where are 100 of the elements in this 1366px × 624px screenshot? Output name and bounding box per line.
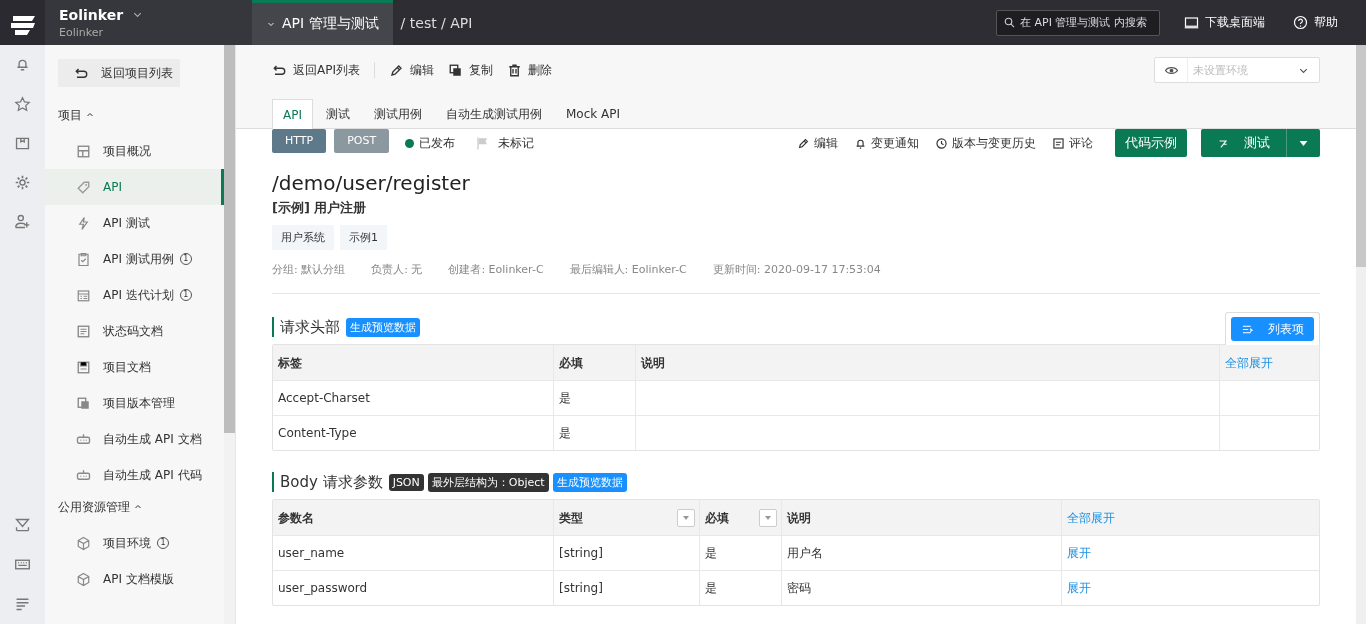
column-header-text: 必填 xyxy=(559,355,583,372)
dropdown-button[interactable] xyxy=(1286,129,1320,157)
expand-link[interactable]: 展开 xyxy=(1067,579,1091,597)
item-icon xyxy=(76,215,91,231)
sidebar-item[interactable]: API 文档模版 xyxy=(45,561,224,597)
protocol-badge: HTTP xyxy=(272,129,327,153)
column-header-text: 说明 xyxy=(787,510,811,527)
tag: 示例1 xyxy=(340,225,387,250)
meta-text: 更新时间: 2020-09-17 17:53:04 xyxy=(712,262,881,277)
breadcrumb: / test / API xyxy=(399,14,473,31)
top-link[interactable]: 帮助 xyxy=(1293,14,1338,31)
method-badge: POST xyxy=(334,129,390,153)
settings-icon[interactable] xyxy=(14,174,31,191)
module-switcher[interactable]: API 管理与测试 xyxy=(252,0,393,45)
item-icon xyxy=(76,143,91,159)
item-icon xyxy=(76,179,91,195)
collapse-icon[interactable] xyxy=(14,517,31,534)
group-header[interactable]: 公用资源管理 xyxy=(58,493,224,521)
meta-text: 分组: 默认分组 xyxy=(272,262,346,277)
star-icon[interactable] xyxy=(14,96,31,113)
menu-icon[interactable] xyxy=(14,595,31,612)
monitor-icon xyxy=(1184,15,1199,30)
toolbar-button[interactable]: 复制 xyxy=(448,61,493,79)
box-icon[interactable] xyxy=(14,135,31,152)
environment-select[interactable]: 未设置环境 xyxy=(1154,57,1320,83)
column-header-text: 参数名 xyxy=(278,510,314,527)
item-icon xyxy=(76,323,91,339)
comment-icon xyxy=(1052,136,1065,150)
item-icon xyxy=(76,395,91,411)
sidebar-item[interactable]: API 测试用例 1 xyxy=(45,241,224,277)
group-header[interactable]: 项目 xyxy=(58,101,224,129)
pencil-icon xyxy=(389,62,404,78)
table-cell: Accept-Charset xyxy=(278,391,370,405)
section-title: 请求头部 xyxy=(272,317,340,337)
top-link[interactable]: 下载桌面端 xyxy=(1184,14,1265,31)
table-cell: user_password xyxy=(278,581,368,595)
sidebar-item[interactable]: API 迭代计划 1 xyxy=(45,277,224,313)
item-icon xyxy=(76,251,91,267)
table-cell: [string] xyxy=(559,546,603,560)
table-cell: user_name xyxy=(278,546,345,560)
tab[interactable]: 测试 xyxy=(315,99,361,128)
meta-text: 负责人: 无 xyxy=(371,262,423,277)
scrollbar-thumb[interactable] xyxy=(224,45,235,433)
api-name: [示例] 用户注册 xyxy=(272,199,368,217)
sidebar-item[interactable]: 项目环境 1 xyxy=(45,525,224,561)
action-link[interactable]: 编辑 xyxy=(797,134,838,152)
filter-button[interactable] xyxy=(677,509,695,527)
help-icon xyxy=(1293,15,1308,30)
toolbar-button[interactable]: 编辑 xyxy=(389,61,434,79)
search-icon xyxy=(1003,16,1016,29)
sidebar-item[interactable]: API 测试 xyxy=(45,205,224,241)
table-cell: Content-Type xyxy=(278,426,357,440)
table-cell: 是 xyxy=(559,424,571,442)
table-cell: [string] xyxy=(559,581,603,595)
column-header-text: 类型 xyxy=(559,510,583,527)
sidebar-item[interactable]: 状态码文档 xyxy=(45,313,224,349)
workspace-name[interactable]: Eolinker xyxy=(59,6,124,23)
sidebar-item[interactable]: API xyxy=(45,169,224,205)
tab[interactable]: API xyxy=(272,99,313,129)
action-link[interactable]: 评论 xyxy=(1052,134,1093,152)
back-button[interactable]: 返回项目列表 xyxy=(58,59,180,87)
action-link[interactable]: 版本与变更历史 xyxy=(935,134,1036,152)
table-cell: 密码 xyxy=(787,579,811,597)
mark-label: 未标记 xyxy=(498,134,535,152)
filter-button[interactable] xyxy=(759,509,777,527)
item-icon xyxy=(76,535,91,551)
item-icon xyxy=(76,431,91,447)
table-cell: 是 xyxy=(705,579,717,597)
expand-link[interactable]: 展开 xyxy=(1067,544,1091,562)
add-user-icon[interactable] xyxy=(14,213,31,230)
test-button[interactable]: 测试 xyxy=(1201,129,1286,157)
search-field[interactable]: 在 API 管理与测试 内搜索 xyxy=(996,9,1160,36)
pencil-icon xyxy=(797,136,810,150)
tag: 用户系统 xyxy=(272,225,334,250)
code-example-button[interactable]: 代码示例 xyxy=(1115,129,1187,157)
status-label: 已发布 xyxy=(419,134,456,152)
column-header-text: 必填 xyxy=(705,510,729,527)
scrollbar-thumb[interactable] xyxy=(1356,45,1366,267)
action-link[interactable]: 变更通知 xyxy=(854,134,919,152)
tab[interactable]: Mock API xyxy=(555,99,632,128)
label-badge: 最外层结构为：Object xyxy=(427,472,549,492)
tab[interactable]: 测试用例 xyxy=(363,99,433,128)
meta-text: 创建者: Eolinker-C xyxy=(448,262,544,277)
sidebar-item[interactable]: 项目概况 xyxy=(45,133,224,169)
section-title: Body 请求参数 xyxy=(272,472,383,492)
api-path: /demo/user/register xyxy=(272,171,471,195)
tab[interactable]: 自动生成测试用例 xyxy=(435,99,553,128)
column-header-text: 标签 xyxy=(278,355,302,372)
item-icon xyxy=(76,571,91,587)
sidebar-item[interactable]: 自动生成 API 文档 xyxy=(45,421,224,457)
sidebar-item[interactable]: 项目版本管理 xyxy=(45,385,224,421)
table-cell: 是 xyxy=(705,544,717,562)
table-cell: 用户名 xyxy=(787,544,823,562)
toolbar-button[interactable]: 返回API列表 xyxy=(272,61,360,79)
column-header-text: 说明 xyxy=(641,355,665,372)
item-icon xyxy=(76,287,91,303)
sidebar-item[interactable]: 项目文档 xyxy=(45,349,224,385)
sidebar-item[interactable]: 自动生成 API 代码 xyxy=(45,457,224,493)
label-badge: JSON xyxy=(388,473,424,491)
toolbar-button[interactable]: 删除 xyxy=(507,61,552,79)
